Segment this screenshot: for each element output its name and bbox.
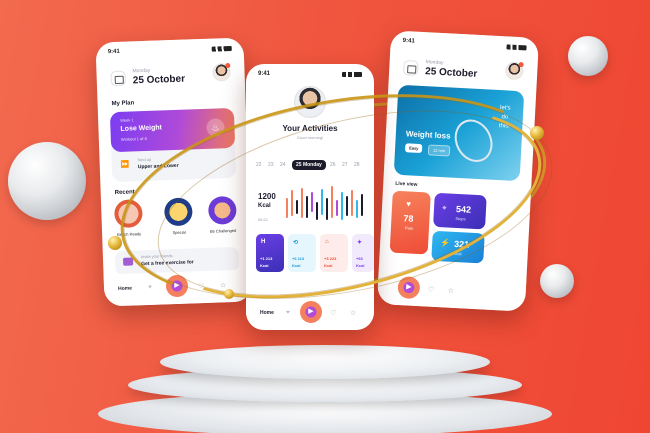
avatar[interactable] — [212, 62, 231, 82]
status-bar: 9:41 — [258, 71, 362, 81]
header-day: Monday — [425, 59, 444, 67]
heart-icon[interactable]: ♡ — [428, 286, 435, 294]
calendar-icon[interactable] — [110, 70, 126, 87]
status-time: 9:41 — [258, 71, 271, 77]
location-icon[interactable]: ⌖ — [286, 309, 290, 317]
decorative-sphere-right — [540, 264, 574, 298]
signal-icon — [342, 72, 362, 77]
star-icon[interactable]: ☆ — [350, 309, 356, 317]
play-button[interactable]: ▶ — [300, 301, 322, 323]
notification-dot — [225, 62, 231, 69]
decorative-sphere-large — [8, 142, 86, 220]
header-date: 25 October — [424, 66, 478, 80]
header-day: Monday — [132, 67, 151, 75]
next-up-label: Next up — [137, 156, 152, 163]
gold-ball — [108, 236, 122, 250]
location-icon[interactable]: ⌖ — [148, 284, 152, 292]
bottom-nav: Home ⌖ ▶ ♡ ☆ — [246, 298, 374, 330]
star-icon[interactable]: ☆ — [448, 287, 455, 295]
plan-subtitle: Workout 1 of 8 — [120, 135, 147, 142]
avatar[interactable] — [504, 61, 524, 81]
calendar-icon[interactable] — [402, 60, 419, 76]
plan-title: Lose Weight — [120, 124, 163, 133]
signal-icon — [211, 45, 232, 52]
nav-home[interactable]: Home — [260, 310, 274, 316]
scene: 9:41 Monday 25 October My Plan Week 1 Lo… — [0, 0, 650, 433]
header-date: 25 October — [132, 73, 186, 87]
plan-week: Week 1 — [120, 117, 134, 123]
nav-home[interactable]: Home — [118, 286, 132, 292]
play-forward-icon[interactable]: ⏩ — [121, 161, 130, 169]
notification-dot — [518, 62, 524, 68]
gold-ball — [530, 126, 544, 140]
status-bar: 9:41 — [402, 37, 527, 54]
gold-ball — [224, 289, 234, 299]
status-time: 9:41 — [402, 37, 415, 45]
signal-icon — [506, 44, 527, 51]
my-plan-heading: My Plan — [111, 100, 135, 108]
decorative-sphere-top-right — [568, 36, 608, 76]
podium-top — [160, 345, 490, 379]
heart-icon[interactable]: ♡ — [330, 309, 336, 317]
status-time: 9:41 — [107, 48, 120, 56]
status-bar: 9:41 — [108, 45, 232, 59]
